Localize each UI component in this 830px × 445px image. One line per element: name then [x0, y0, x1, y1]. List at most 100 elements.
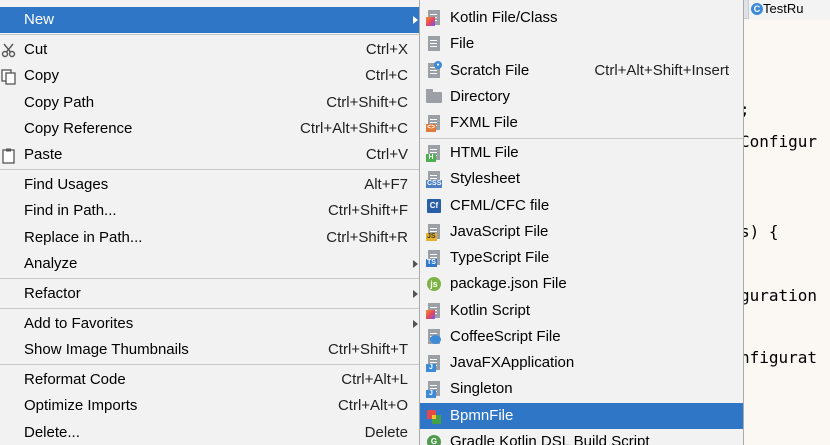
coffeescript-file-icon [426, 329, 442, 345]
menu-item-shortcut: Alt+F7 [364, 176, 408, 193]
menu-item-label: Optimize Imports [24, 397, 138, 414]
submenu-arrow-icon [413, 320, 418, 328]
menu-item-shortcut: Ctrl+Shift+R [326, 229, 408, 246]
submenu-item-directory[interactable]: Directory [420, 84, 743, 110]
copy-icon [1, 68, 17, 85]
submenu-arrow-icon [413, 16, 418, 24]
submenu-item-coffeescript-file[interactable]: CoffeeScript File [420, 324, 743, 350]
menu-item-copy[interactable]: Copy Ctrl+C [0, 63, 420, 89]
menu-item-paste[interactable]: Paste Ctrl+V [0, 142, 420, 168]
submenu-item-label: CoffeeScript File [450, 328, 561, 345]
menu-item-label: Delete... [24, 424, 80, 441]
submenu-item-kotlin-script[interactable]: Kotlin Script [420, 298, 743, 324]
submenu-item-kotlin-file-class[interactable]: Kotlin File/Class [420, 5, 743, 31]
menu-item-label: Copy Reference [24, 120, 133, 137]
submenu-item-label: Gradle Kotlin DSL Build Script [450, 433, 650, 445]
menu-item-copy-reference[interactable]: Copy Reference Ctrl+Alt+Shift+C [0, 116, 420, 142]
submenu-item-javascript-file[interactable]: JS JavaScript File [420, 219, 743, 245]
submenu-item-cfml-cfc-file[interactable]: Cf CFML/CFC file [420, 193, 743, 219]
submenu-item-package-json-file[interactable]: js package.json File [420, 271, 743, 297]
menu-item-label: Find Usages [24, 176, 109, 193]
menu-separator [0, 169, 420, 170]
clipboard-icon [1, 147, 17, 164]
menu-item-label: Replace in Path... [24, 229, 143, 246]
html-file-icon: H [426, 145, 442, 162]
menu-item-show-image-thumbnails[interactable]: Show Image Thumbnails Ctrl+Shift+T [0, 337, 420, 363]
submenu-separator [420, 138, 743, 139]
menu-item-optimize-imports[interactable]: Optimize Imports Ctrl+Alt+O [0, 393, 420, 419]
testrun-tab[interactable]: C TestRu [748, 0, 830, 19]
menu-item-label: New [24, 11, 55, 28]
submenu-item-label: HTML File [450, 144, 519, 161]
fxml-file-icon: <> [426, 115, 442, 132]
submenu-item-singleton[interactable]: J Singleton [420, 376, 743, 402]
menu-item-label: Paste [24, 146, 63, 163]
submenu-item-label: JavaFXApplication [450, 354, 575, 371]
submenu-item-label: Stylesheet [450, 170, 521, 187]
submenu-item-bpmnfile[interactable]: BpmnFile [420, 403, 743, 429]
menu-item-shortcut: Ctrl+V [365, 146, 408, 163]
javafx-file-icon: J [426, 355, 442, 372]
menu-item-label: Show Image Thumbnails [24, 341, 189, 358]
submenu-item-typescript-file[interactable]: TS TypeScript File [420, 245, 743, 271]
menu-item-shortcut: Ctrl+Shift+C [326, 94, 408, 111]
menu-item-replace-in-path[interactable]: Replace in Path... Ctrl+Shift+R [0, 225, 420, 251]
submenu-item-javafxapplication[interactable]: J JavaFXApplication [420, 350, 743, 376]
folder-icon [426, 89, 442, 105]
menu-item-reformat-code[interactable]: Reformat Code Ctrl+Alt+L [0, 367, 420, 393]
submenu-item-label: FXML File [450, 114, 518, 131]
menu-item-delete[interactable]: Delete... Delete [0, 420, 420, 445]
css-file-icon: CSS [426, 171, 443, 188]
menu-item-analyze[interactable]: Analyze [0, 251, 420, 277]
menu-item-label: Analyze [24, 255, 78, 272]
code-editor[interactable]: ; Configur s) { guration nfigurat [740, 20, 830, 445]
submenu-item-label: CFML/CFC file [450, 197, 550, 214]
context-menu: New Cut Ctrl+X Copy Ctrl+C Copy Path Ctr… [0, 0, 420, 445]
menu-item-shortcut: Ctrl+X [365, 41, 408, 58]
menu-item-label: Reformat Code [24, 371, 126, 388]
typescript-file-icon: TS [426, 250, 442, 267]
menu-item-label: Find in Path... [24, 202, 117, 219]
code-line: s) { [740, 222, 779, 241]
menu-separator [0, 278, 420, 279]
menu-item-new[interactable]: New [0, 7, 420, 33]
menu-item-label: Copy Path [24, 94, 95, 111]
code-line: Configur [740, 132, 818, 151]
code-line: guration [740, 286, 818, 305]
submenu-item-html-file[interactable]: H HTML File [420, 140, 743, 166]
menu-separator [0, 34, 420, 35]
menu-item-shortcut: Ctrl+C [365, 67, 408, 84]
nodejs-icon: js [426, 276, 442, 292]
submenu-item-label: File [450, 35, 475, 52]
submenu-item-label: Kotlin File/Class [450, 9, 558, 26]
menu-item-label: Refactor [24, 285, 81, 302]
submenu-item-fxml-file[interactable]: <> FXML File [420, 110, 743, 136]
menu-item-shortcut: Delete [364, 424, 408, 441]
scratch-file-icon: ● [426, 61, 442, 79]
menu-item-shortcut: Ctrl+Alt+O [337, 397, 408, 414]
submenu-item-label: Scratch File [450, 62, 530, 79]
testrun-tab-label: TestRu [763, 1, 804, 16]
menu-item-find-usages[interactable]: Find Usages Alt+F7 [0, 172, 420, 198]
menu-item-shortcut: Ctrl+Alt+Shift+C [300, 120, 408, 137]
submenu-item-gradle-kotlin-dsl-build-script[interactable]: G Gradle Kotlin DSL Build Script [420, 429, 743, 445]
code-line: nfigurat [740, 348, 818, 367]
menu-item-label: Add to Favorites [24, 315, 134, 332]
submenu-item-label: Kotlin Script [450, 302, 531, 319]
menu-item-copy-path[interactable]: Copy Path Ctrl+Shift+C [0, 90, 420, 116]
menu-item-label: Cut [24, 41, 48, 58]
submenu-item-stylesheet[interactable]: CSS Stylesheet [420, 166, 743, 192]
submenu-item-shortcut: Ctrl+Alt+Shift+Insert [594, 62, 729, 79]
submenu-item-label: package.json File [450, 275, 567, 292]
menu-item-label: Copy [24, 67, 60, 84]
scissors-icon [1, 42, 17, 58]
menu-item-cut[interactable]: Cut Ctrl+X [0, 37, 420, 63]
submenu-item-label: BpmnFile [450, 407, 514, 424]
menu-separator [0, 308, 420, 309]
menu-item-add-to-favorites[interactable]: Add to Favorites [0, 311, 420, 337]
menu-item-refactor[interactable]: Refactor [0, 281, 420, 307]
submenu-item-scratch-file[interactable]: ● Scratch File Ctrl+Alt+Shift+Insert [420, 58, 743, 84]
menu-item-shortcut: Ctrl+Alt+L [341, 371, 408, 388]
menu-item-find-in-path[interactable]: Find in Path... Ctrl+Shift+F [0, 198, 420, 224]
submenu-item-file[interactable]: File [420, 31, 743, 57]
